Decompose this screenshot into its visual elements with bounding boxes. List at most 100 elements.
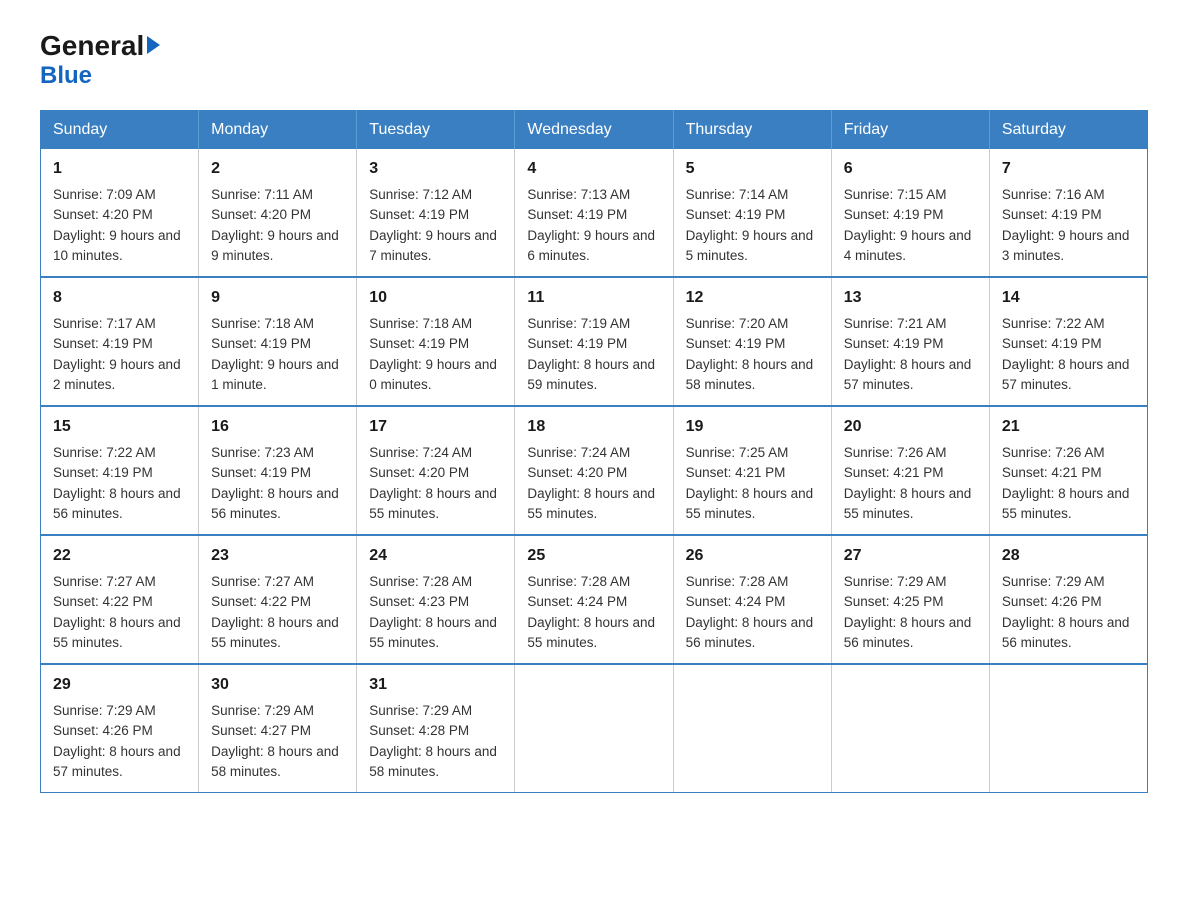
- daylight-text: Daylight: 8 hours and 56 minutes.: [844, 613, 977, 654]
- daylight-text: Daylight: 9 hours and 10 minutes.: [53, 226, 186, 267]
- day-number: 13: [844, 286, 977, 310]
- calendar-cell: 19Sunrise: 7:25 AMSunset: 4:21 PMDayligh…: [673, 406, 831, 535]
- logo-general: General: [40, 30, 160, 62]
- sunrise-text: Sunrise: 7:28 AM: [686, 572, 819, 592]
- day-number: 1: [53, 157, 186, 181]
- calendar-cell: 8Sunrise: 7:17 AMSunset: 4:19 PMDaylight…: [41, 277, 199, 406]
- calendar-cell: 31 Sunrise: 7:29 AMSunset: 4:28 PMDayligh…: [357, 664, 515, 793]
- sunrise-text: Sunrise: 7:12 AM: [369, 185, 502, 205]
- daylight-text: Daylight: 8 hours and 57 minutes.: [844, 355, 977, 396]
- sunrise-text: Sunrise: 7:22 AM: [1002, 314, 1135, 334]
- day-number: 11: [527, 286, 660, 310]
- day-number: 29: [53, 673, 186, 697]
- sunrise-text: Sunrise: 7:21 AM: [844, 314, 977, 334]
- sunset-text: Sunset: 4:19 PM: [211, 334, 344, 354]
- daylight-text: Daylight: 9 hours and 7 minutes.: [369, 226, 502, 267]
- calendar-cell: 9Sunrise: 7:18 AMSunset: 4:19 PMDaylight…: [199, 277, 357, 406]
- sunset-text: Sunset: 4:19 PM: [686, 334, 819, 354]
- sunset-text: Sunset: 4:27 PM: [211, 721, 344, 741]
- sunrise-text: Sunrise: 7:29 AM: [53, 701, 186, 721]
- sunset-text: Sunset: 4:19 PM: [527, 205, 660, 225]
- sunset-text: Sunset: 4:20 PM: [53, 205, 186, 225]
- calendar-cell: 20Sunrise: 7:26 AMSunset: 4:21 PMDayligh…: [831, 406, 989, 535]
- calendar-cell: 28Sunrise: 7:29 AMSunset: 4:26 PMDayligh…: [989, 535, 1147, 664]
- day-number: 24: [369, 544, 502, 568]
- calendar-cell: 22Sunrise: 7:27 AMSunset: 4:22 PMDayligh…: [41, 535, 199, 664]
- daylight-text: Daylight: 8 hours and 55 minutes.: [844, 484, 977, 525]
- sunset-text: Sunset: 4:19 PM: [686, 205, 819, 225]
- calendar-week-1: 1Sunrise: 7:09 AMSunset: 4:20 PMDaylight…: [41, 149, 1148, 277]
- sunset-text: Sunset: 4:23 PM: [369, 592, 502, 612]
- weekday-header-tuesday: Tuesday: [357, 111, 515, 150]
- weekday-header-thursday: Thursday: [673, 111, 831, 150]
- calendar-cell: 15Sunrise: 7:22 AMSunset: 4:19 PMDayligh…: [41, 406, 199, 535]
- sunrise-text: Sunrise: 7:28 AM: [369, 572, 502, 592]
- day-number: 10: [369, 286, 502, 310]
- sunset-text: Sunset: 4:19 PM: [527, 334, 660, 354]
- calendar-week-5: 29Sunrise: 7:29 AMSunset: 4:26 PMDayligh…: [41, 664, 1148, 793]
- calendar-cell: 17Sunrise: 7:24 AMSunset: 4:20 PMDayligh…: [357, 406, 515, 535]
- sunset-text: Sunset: 4:26 PM: [53, 721, 186, 741]
- day-number: 3: [369, 157, 502, 181]
- sunset-text: Sunset: 4:19 PM: [211, 463, 344, 483]
- daylight-text: Daylight: 8 hours and 55 minutes.: [369, 613, 502, 654]
- daylight-text: Daylight: 8 hours and 55 minutes.: [686, 484, 819, 525]
- sunset-text: Sunset: 4:28 PM: [369, 721, 502, 741]
- sunset-text: Sunset: 4:21 PM: [844, 463, 977, 483]
- sunrise-text: Sunrise: 7:13 AM: [527, 185, 660, 205]
- calendar-cell: 24 Sunrise: 7:28 AMSunset: 4:23 PMDayligh…: [357, 535, 515, 664]
- calendar-week-3: 15Sunrise: 7:22 AMSunset: 4:19 PMDayligh…: [41, 406, 1148, 535]
- day-number: 20: [844, 415, 977, 439]
- daylight-text: Daylight: 8 hours and 56 minutes.: [1002, 613, 1135, 654]
- day-number: 2: [211, 157, 344, 181]
- weekday-header-wednesday: Wednesday: [515, 111, 673, 150]
- sunset-text: Sunset: 4:19 PM: [1002, 334, 1135, 354]
- sunrise-text: Sunrise: 7:20 AM: [686, 314, 819, 334]
- day-number: 28: [1002, 544, 1135, 568]
- calendar-cell: [831, 664, 989, 793]
- daylight-text: Daylight: 9 hours and 3 minutes.: [1002, 226, 1135, 267]
- day-number: 25: [527, 544, 660, 568]
- day-number: 16: [211, 415, 344, 439]
- sunrise-text: Sunrise: 7:23 AM: [211, 443, 344, 463]
- calendar-cell: 12Sunrise: 7:20 AMSunset: 4:19 PMDayligh…: [673, 277, 831, 406]
- page-header: General Blue: [40, 30, 1148, 90]
- sunrise-text: Sunrise: 7:29 AM: [211, 701, 344, 721]
- calendar-week-4: 22Sunrise: 7:27 AMSunset: 4:22 PMDayligh…: [41, 535, 1148, 664]
- sunset-text: Sunset: 4:19 PM: [844, 334, 977, 354]
- sunrise-text: Sunrise: 7:19 AM: [527, 314, 660, 334]
- weekday-header-monday: Monday: [199, 111, 357, 150]
- day-number: 9: [211, 286, 344, 310]
- logo-blue: Blue: [40, 62, 92, 90]
- day-number: 31: [369, 673, 502, 697]
- daylight-text: Daylight: 8 hours and 58 minutes.: [369, 742, 502, 783]
- weekday-row: SundayMondayTuesdayWednesdayThursdayFrid…: [41, 111, 1148, 150]
- calendar-cell: 25Sunrise: 7:28 AMSunset: 4:24 PMDayligh…: [515, 535, 673, 664]
- day-number: 26: [686, 544, 819, 568]
- sunrise-text: Sunrise: 7:25 AM: [686, 443, 819, 463]
- sunset-text: Sunset: 4:24 PM: [686, 592, 819, 612]
- sunrise-text: Sunrise: 7:26 AM: [1002, 443, 1135, 463]
- daylight-text: Daylight: 8 hours and 57 minutes.: [1002, 355, 1135, 396]
- calendar-cell: 26 Sunrise: 7:28 AMSunset: 4:24 PMDayligh…: [673, 535, 831, 664]
- daylight-text: Daylight: 9 hours and 4 minutes.: [844, 226, 977, 267]
- daylight-text: Daylight: 9 hours and 0 minutes.: [369, 355, 502, 396]
- day-number: 18: [527, 415, 660, 439]
- calendar-cell: 5Sunrise: 7:14 AMSunset: 4:19 PMDaylight…: [673, 149, 831, 277]
- sunrise-text: Sunrise: 7:14 AM: [686, 185, 819, 205]
- calendar-cell: [989, 664, 1147, 793]
- sunrise-text: Sunrise: 7:09 AM: [53, 185, 186, 205]
- calendar-cell: [673, 664, 831, 793]
- calendar-cell: 16Sunrise: 7:23 AMSunset: 4:19 PMDayligh…: [199, 406, 357, 535]
- daylight-text: Daylight: 8 hours and 56 minutes.: [686, 613, 819, 654]
- sunrise-text: Sunrise: 7:11 AM: [211, 185, 344, 205]
- sunrise-text: Sunrise: 7:29 AM: [369, 701, 502, 721]
- daylight-text: Daylight: 8 hours and 56 minutes.: [53, 484, 186, 525]
- calendar-cell: 4Sunrise: 7:13 AMSunset: 4:19 PMDaylight…: [515, 149, 673, 277]
- calendar-cell: 21Sunrise: 7:26 AMSunset: 4:21 PMDayligh…: [989, 406, 1147, 535]
- sunset-text: Sunset: 4:22 PM: [211, 592, 344, 612]
- calendar-cell: 7Sunrise: 7:16 AMSunset: 4:19 PMDaylight…: [989, 149, 1147, 277]
- sunset-text: Sunset: 4:21 PM: [686, 463, 819, 483]
- calendar-cell: 29Sunrise: 7:29 AMSunset: 4:26 PMDayligh…: [41, 664, 199, 793]
- sunrise-text: Sunrise: 7:27 AM: [53, 572, 186, 592]
